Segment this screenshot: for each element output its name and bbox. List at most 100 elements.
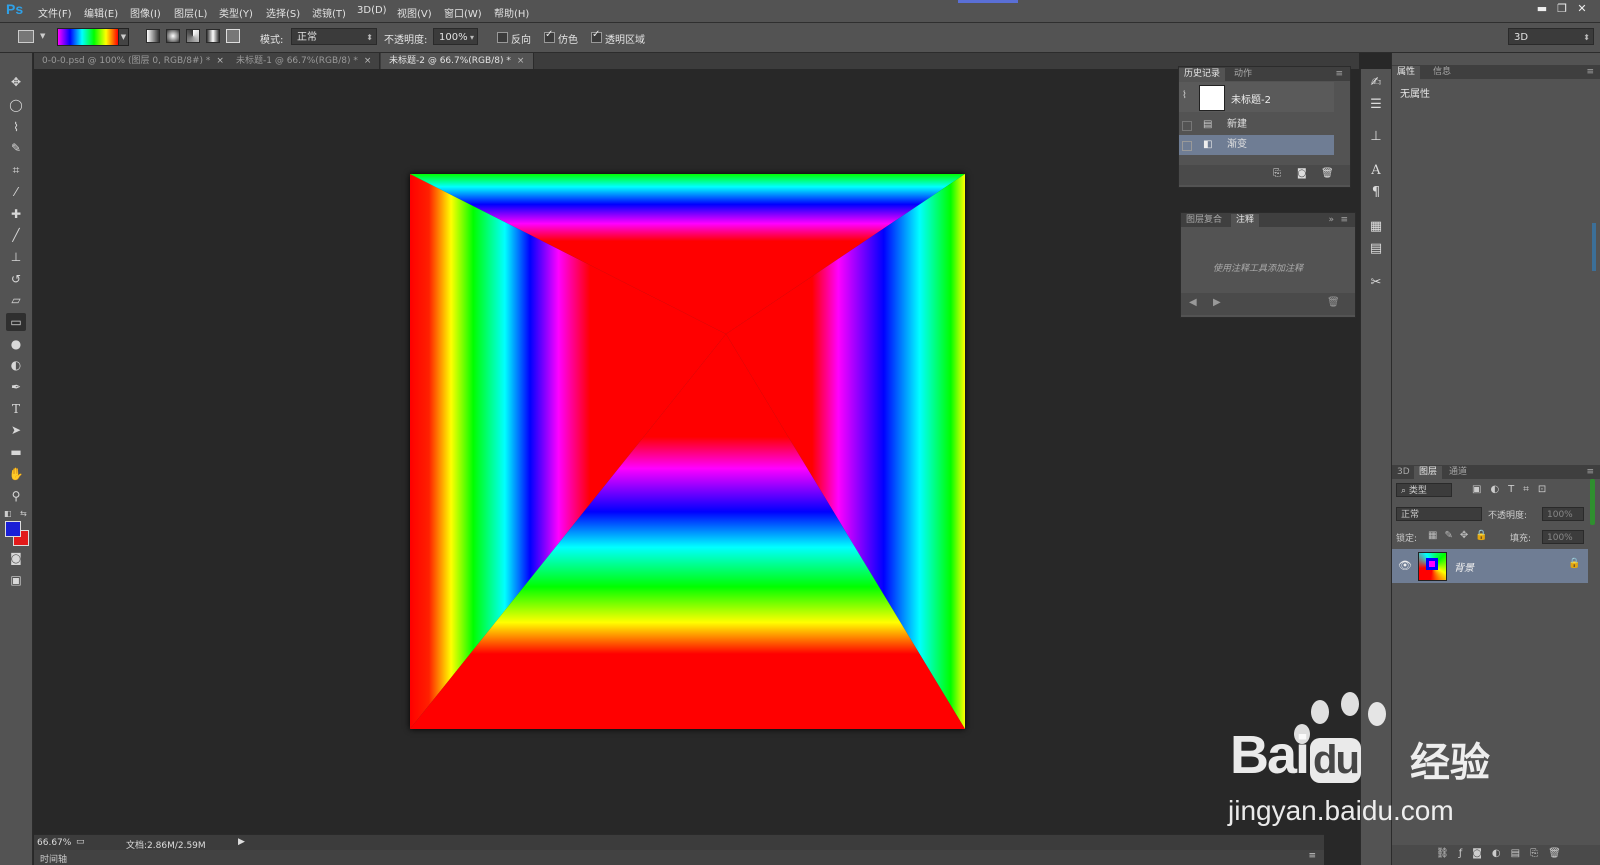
clone-source-icon[interactable]: ⊥: [1368, 129, 1384, 145]
type-tool-icon[interactable]: T: [6, 400, 26, 418]
clone-stamp-tool-icon[interactable]: ⊥: [6, 248, 26, 266]
menu-3d[interactable]: 3D(D): [357, 5, 387, 16]
history-snapshot-row[interactable]: ⌇ 未标题-2: [1179, 82, 1334, 112]
menu-filter[interactable]: 滤镜(T): [312, 5, 346, 20]
mode-select[interactable]: 正常 ⬍: [291, 28, 377, 45]
tab-layer-comps[interactable]: 图层复合: [1181, 214, 1227, 227]
eyedropper-tool-icon[interactable]: ⁄: [6, 183, 26, 201]
close-icon[interactable]: ×: [517, 56, 525, 66]
swap-colors-icon[interactable]: ⇆: [20, 509, 27, 518]
close-icon[interactable]: ✕: [1572, 2, 1592, 15]
tab-layers[interactable]: 图层: [1414, 466, 1443, 479]
layer-row[interactable]: 👁 背景 🔒: [1392, 549, 1588, 583]
history-checkbox[interactable]: [1182, 121, 1192, 131]
menu-view[interactable]: 视图(V): [397, 5, 432, 20]
linear-gradient-button[interactable]: [146, 29, 160, 43]
tab-document-2[interactable]: 未标题-1 @ 66.7%(RGB/8) * ×: [228, 53, 380, 69]
camera-icon[interactable]: ◙: [1297, 168, 1307, 179]
character-icon[interactable]: A: [1368, 163, 1384, 179]
panel-menu-icon[interactable]: ≡: [1308, 851, 1316, 861]
tools-icon[interactable]: ✂: [1368, 275, 1384, 291]
transparency-checkbox[interactable]: [591, 29, 602, 43]
panel-menu-icon[interactable]: ≡: [1335, 214, 1353, 227]
menu-type[interactable]: 类型(Y): [219, 5, 253, 20]
blur-tool-icon[interactable]: ●: [6, 335, 26, 353]
paragraph-icon[interactable]: ¶: [1368, 185, 1384, 201]
document-canvas[interactable]: [410, 174, 965, 729]
screen-mode-icon[interactable]: ▣: [6, 571, 26, 589]
menu-image[interactable]: 图像(I): [130, 5, 161, 20]
diamond-gradient-button[interactable]: [226, 29, 240, 43]
timeline-bar[interactable]: 时间轴 ≡: [34, 850, 1324, 865]
chevron-down-icon[interactable]: ▼: [40, 32, 45, 40]
panel-menu-icon[interactable]: ≡: [1330, 68, 1348, 81]
blend-mode-select[interactable]: 正常: [1396, 507, 1482, 521]
gradient-picker[interactable]: [57, 28, 119, 46]
layer-opacity-input[interactable]: 100%: [1542, 507, 1584, 521]
fill-input[interactable]: 100%: [1542, 530, 1584, 544]
gradient-tool-icon[interactable]: ▭: [6, 313, 26, 331]
quick-select-tool-icon[interactable]: ✎: [6, 139, 26, 157]
scrollbar-thumb[interactable]: [1592, 223, 1596, 271]
layers-icon[interactable]: ▦: [1368, 219, 1384, 235]
chevron-down-icon[interactable]: ▼: [118, 28, 129, 46]
quick-mask-icon[interactable]: ◙: [6, 549, 26, 567]
tab-info[interactable]: 信息: [1428, 66, 1456, 79]
filter-toggle[interactable]: [1590, 479, 1595, 525]
dither-checkbox[interactable]: [544, 29, 555, 43]
restore-icon[interactable]: ❐: [1552, 2, 1572, 15]
foreground-color-swatch[interactable]: [5, 521, 21, 537]
eye-icon[interactable]: 👁: [1398, 559, 1412, 572]
play-icon[interactable]: ▶: [238, 837, 245, 847]
path-select-tool-icon[interactable]: ➤: [6, 421, 26, 439]
opacity-input[interactable]: 100% ▾: [433, 28, 478, 45]
reverse-checkbox[interactable]: [497, 32, 508, 43]
hand-tool-icon[interactable]: ✋: [6, 465, 26, 483]
history-checkbox[interactable]: [1182, 141, 1192, 151]
layer-name[interactable]: 背景: [1454, 559, 1474, 574]
healing-brush-tool-icon[interactable]: ✚: [6, 205, 26, 223]
radial-gradient-button[interactable]: [166, 29, 180, 43]
history-brush-icon[interactable]: ⌇: [1182, 90, 1187, 101]
arrow-right-icon[interactable]: ▶: [1213, 297, 1221, 308]
tab-document-3[interactable]: 未标题-2 @ 66.7%(RGB/8) * ×: [381, 53, 534, 69]
pen-tool-icon[interactable]: ✒: [6, 378, 26, 396]
panel-menu-icon[interactable]: ≡: [1581, 466, 1599, 479]
layer-filter-icons[interactable]: ▣◐T⌗⊡: [1472, 484, 1555, 495]
history-brush-tool-icon[interactable]: ↺: [6, 270, 26, 288]
dodge-tool-icon[interactable]: ◐: [6, 356, 26, 374]
notes-icon[interactable]: ▤: [1368, 241, 1384, 257]
default-colors-icon[interactable]: ◧: [4, 509, 12, 518]
tab-3d[interactable]: 3D: [1392, 466, 1415, 479]
menu-edit[interactable]: 编辑(E): [84, 5, 118, 20]
close-icon[interactable]: ×: [216, 56, 224, 66]
menu-select[interactable]: 选择(S): [266, 5, 300, 20]
menu-help[interactable]: 帮助(H): [494, 5, 529, 20]
tool-preset-icon[interactable]: [18, 30, 34, 43]
menu-window[interactable]: 窗口(W): [444, 5, 482, 20]
trash-icon[interactable]: 🗑: [1321, 168, 1334, 179]
reflected-gradient-button[interactable]: [206, 29, 220, 43]
menu-layer[interactable]: 图层(L): [174, 5, 207, 20]
arrow-left-icon[interactable]: ◀: [1189, 297, 1197, 308]
tab-properties[interactable]: 属性: [1392, 66, 1421, 79]
new-doc-from-state-icon[interactable]: ⎘: [1273, 168, 1281, 179]
workspace-select[interactable]: 3D ⬍: [1508, 28, 1594, 45]
trash-icon[interactable]: 🗑: [1327, 297, 1340, 308]
tab-channels[interactable]: 通道: [1444, 466, 1472, 479]
eraser-tool-icon[interactable]: ▱: [6, 291, 26, 309]
marquee-tool-icon[interactable]: ◯: [6, 96, 26, 114]
brush-presets-icon[interactable]: ✍: [1368, 75, 1384, 91]
lasso-tool-icon[interactable]: ⌇: [6, 118, 26, 136]
lock-icons[interactable]: ▦✎✥🔒: [1428, 530, 1495, 541]
app-logo[interactable]: Ps: [6, 1, 23, 17]
minimize-icon[interactable]: ▬: [1532, 2, 1552, 15]
tab-notes[interactable]: 注释: [1231, 214, 1260, 227]
proof-icon[interactable]: ▭: [76, 837, 85, 847]
tab-actions[interactable]: 动作: [1229, 68, 1257, 81]
tab-history[interactable]: 历史记录: [1179, 68, 1226, 81]
angle-gradient-button[interactable]: [186, 29, 200, 43]
brush-settings-icon[interactable]: ☰: [1368, 97, 1384, 113]
zoom-tool-icon[interactable]: ⚲: [6, 487, 26, 505]
close-icon[interactable]: ×: [364, 56, 372, 66]
